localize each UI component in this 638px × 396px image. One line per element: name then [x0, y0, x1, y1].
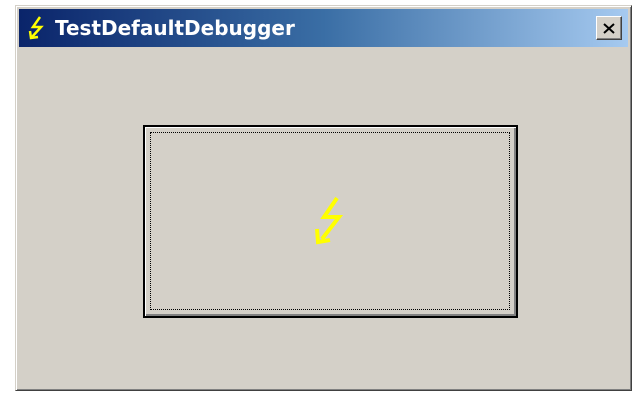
- window-title: TestDefaultDebugger: [55, 16, 295, 40]
- lightning-bolt-icon: [309, 194, 353, 254]
- app-window: TestDefaultDebugger: [15, 5, 632, 391]
- window-client-area: [19, 47, 628, 387]
- close-button[interactable]: [596, 16, 622, 40]
- close-icon: [603, 19, 615, 38]
- title-bar[interactable]: TestDefaultDebugger: [19, 9, 628, 47]
- debug-trigger-button[interactable]: [143, 125, 518, 318]
- lightning-bolt-icon[interactable]: [25, 14, 49, 42]
